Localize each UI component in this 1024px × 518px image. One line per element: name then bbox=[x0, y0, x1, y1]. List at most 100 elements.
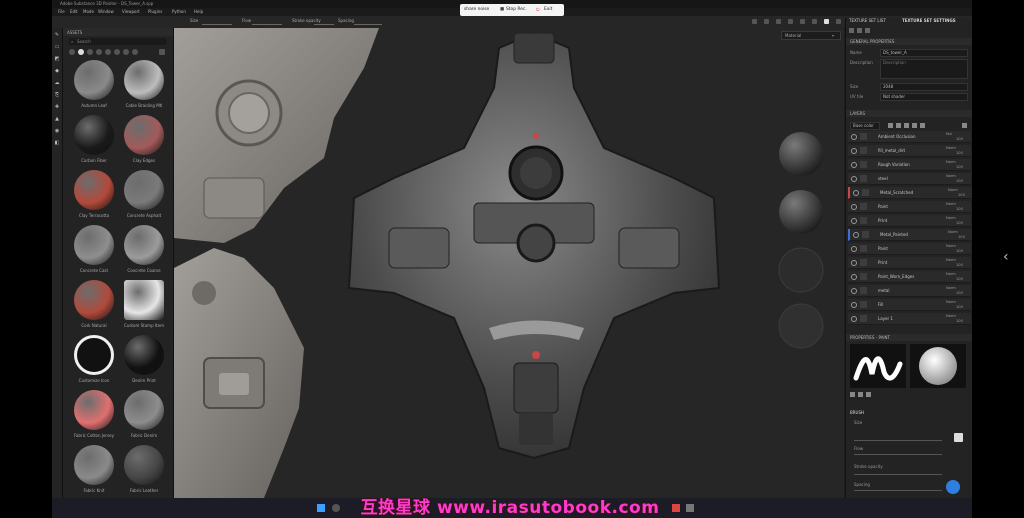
stroke-opacity-slider[interactable] bbox=[314, 24, 334, 25]
layer-opacity[interactable]: 100 bbox=[956, 277, 963, 281]
add-layer-icon[interactable] bbox=[888, 123, 893, 128]
layer-blend-mode[interactable]: Norm bbox=[948, 230, 958, 234]
brush-spacing-slider[interactable] bbox=[854, 490, 942, 491]
layer-opacity[interactable]: 100 bbox=[956, 165, 963, 169]
layer-row[interactable]: Print Norm 100 bbox=[848, 215, 971, 227]
layer-row[interactable]: Print Norm 100 bbox=[848, 257, 971, 269]
layer-blend-mode[interactable]: Norm bbox=[946, 174, 956, 178]
flow-slider[interactable] bbox=[252, 24, 282, 25]
filter-generators-icon[interactable] bbox=[132, 49, 138, 55]
name-field[interactable]: DS_tower_A bbox=[880, 49, 968, 57]
layer-row[interactable]: Ambient Occlusion Mul 100 bbox=[848, 131, 971, 143]
add-effect-icon[interactable] bbox=[912, 123, 917, 128]
description-field[interactable]: Description bbox=[880, 59, 968, 79]
bake-icon[interactable]: ◉ bbox=[54, 128, 60, 134]
material-icon[interactable] bbox=[858, 392, 863, 397]
clone-icon[interactable]: ⎘ bbox=[54, 92, 60, 98]
brush-flow-slider[interactable] bbox=[854, 454, 942, 455]
layers-stack-icon[interactable] bbox=[849, 28, 854, 33]
asset-item[interactable]: Carbon Fiber bbox=[71, 115, 117, 171]
play-icon[interactable] bbox=[752, 19, 757, 24]
layer-blend-mode[interactable]: Mul bbox=[946, 132, 952, 136]
layer-row[interactable]: Fill Norm 100 bbox=[848, 299, 971, 311]
layer-blend-mode[interactable]: Norm bbox=[948, 188, 958, 192]
size-dropdown[interactable]: 2048 bbox=[880, 83, 968, 91]
filter-smart-materials-icon[interactable] bbox=[87, 49, 93, 55]
settings-icon[interactable] bbox=[836, 19, 841, 24]
layer-opacity[interactable]: 100 bbox=[956, 249, 963, 253]
layer-opacity[interactable]: 100 bbox=[956, 291, 963, 295]
layer-row[interactable]: Metal_Painted Norm 100 bbox=[848, 229, 972, 241]
uv-icon[interactable] bbox=[857, 28, 862, 33]
layer-opacity[interactable]: 100 bbox=[956, 207, 963, 211]
layer-opacity[interactable]: 100 bbox=[956, 305, 963, 309]
layer-blend-mode[interactable]: Norm bbox=[946, 272, 956, 276]
projection-icon[interactable]: ◩ bbox=[54, 56, 60, 62]
stop-icon[interactable]: ■ bbox=[500, 7, 504, 12]
filter-materials-icon[interactable] bbox=[78, 49, 84, 55]
asset-item[interactable]: Concrete Cast bbox=[71, 225, 117, 281]
layer-row[interactable]: metal Norm 100 bbox=[848, 285, 971, 297]
asset-item[interactable]: Clay Terracotta bbox=[71, 170, 117, 226]
viewport-mode-dropdown[interactable]: Material ▾ bbox=[781, 31, 841, 40]
tab-texture-set-list[interactable]: TEXTURE SET LIST bbox=[849, 18, 886, 25]
filter-all-icon[interactable] bbox=[69, 49, 75, 55]
brush-opacity-slider[interactable] bbox=[854, 474, 942, 475]
layer-blend-mode[interactable]: Norm bbox=[946, 258, 956, 262]
add-mask-icon[interactable] bbox=[904, 123, 909, 128]
tab-texture-set-settings[interactable]: TEXTURE SET SETTINGS bbox=[902, 18, 956, 25]
menu-window[interactable]: Window bbox=[98, 9, 114, 14]
layer-opacity[interactable]: 100 bbox=[956, 151, 963, 155]
size-slider[interactable] bbox=[202, 24, 232, 25]
layer-row[interactable]: Paint Norm 100 bbox=[848, 201, 971, 213]
layer-blend-mode[interactable]: Norm bbox=[946, 202, 956, 206]
pressure-icon[interactable] bbox=[954, 433, 963, 442]
smudge-icon[interactable]: ☁ bbox=[54, 80, 60, 86]
visibility-eye-icon[interactable] bbox=[851, 246, 857, 252]
layer-opacity[interactable]: 100 bbox=[958, 235, 965, 239]
mask-icon[interactable]: ◧ bbox=[54, 140, 60, 146]
layer-row[interactable]: fill_metal_dirt Norm 100 bbox=[848, 145, 971, 157]
visibility-eye-icon[interactable] bbox=[853, 232, 859, 238]
asset-item[interactable]: Clay Edges bbox=[121, 115, 167, 171]
visibility-eye-icon[interactable] bbox=[851, 134, 857, 140]
pause-icon[interactable] bbox=[764, 19, 769, 24]
layer-opacity[interactable]: 100 bbox=[956, 263, 963, 267]
layer-opacity[interactable]: 100 bbox=[958, 193, 965, 197]
menu-mode[interactable]: Mode bbox=[83, 9, 94, 14]
bake-settings-icon[interactable] bbox=[865, 28, 870, 33]
layer-row[interactable]: Rough Variation Norm 100 bbox=[848, 159, 971, 171]
layer-opacity[interactable]: 100 bbox=[956, 179, 963, 183]
layer-row[interactable]: Metal_Scratched Norm 100 bbox=[848, 187, 972, 199]
shading-icon[interactable] bbox=[800, 19, 805, 24]
visibility-eye-icon[interactable] bbox=[851, 316, 857, 322]
asset-item[interactable]: Cork Natural bbox=[71, 280, 117, 336]
render-icon[interactable] bbox=[812, 19, 817, 24]
camera-icon[interactable] bbox=[776, 19, 781, 24]
layer-blend-mode[interactable]: Norm bbox=[946, 314, 956, 318]
asset-item[interactable]: Autumn Leaf bbox=[71, 60, 117, 116]
asset-item[interactable]: Concrete Asphalt bbox=[121, 170, 167, 226]
layers-header[interactable]: LAYERS bbox=[846, 110, 972, 117]
menu-viewport[interactable]: Viewport bbox=[122, 9, 140, 14]
uv-dropdown[interactable]: Not shader bbox=[880, 93, 968, 101]
menu-plugins[interactable]: Plugins bbox=[148, 9, 162, 14]
layer-row[interactable]: steel Norm 100 bbox=[848, 173, 971, 185]
asset-item[interactable]: Fabric Cotton Jersey bbox=[71, 390, 117, 446]
menu-edit[interactable]: Edit bbox=[70, 9, 78, 14]
exit-icon[interactable]: ⏻ bbox=[536, 7, 539, 13]
general-properties-header[interactable]: GENERAL PROPERTIES bbox=[846, 38, 972, 45]
picker-icon[interactable]: ✚ bbox=[54, 104, 60, 110]
layer-opacity[interactable]: 100 bbox=[956, 319, 963, 323]
visibility-eye-icon[interactable] bbox=[851, 176, 857, 182]
layer-blend-mode[interactable]: Norm bbox=[946, 300, 956, 304]
menu-python[interactable]: Python bbox=[172, 9, 186, 14]
layer-opacity[interactable]: 100 bbox=[956, 221, 963, 225]
visibility-eye-icon[interactable] bbox=[851, 162, 857, 168]
visibility-eye-icon[interactable] bbox=[851, 148, 857, 154]
menu-file[interactable]: File bbox=[58, 9, 65, 14]
viewport[interactable]: Material ▾ bbox=[174, 28, 844, 498]
asset-item[interactable]: Concrete Coarse bbox=[121, 225, 167, 281]
layer-row[interactable]: Layer 1 Norm 100 bbox=[848, 313, 971, 325]
visibility-eye-icon[interactable] bbox=[851, 218, 857, 224]
